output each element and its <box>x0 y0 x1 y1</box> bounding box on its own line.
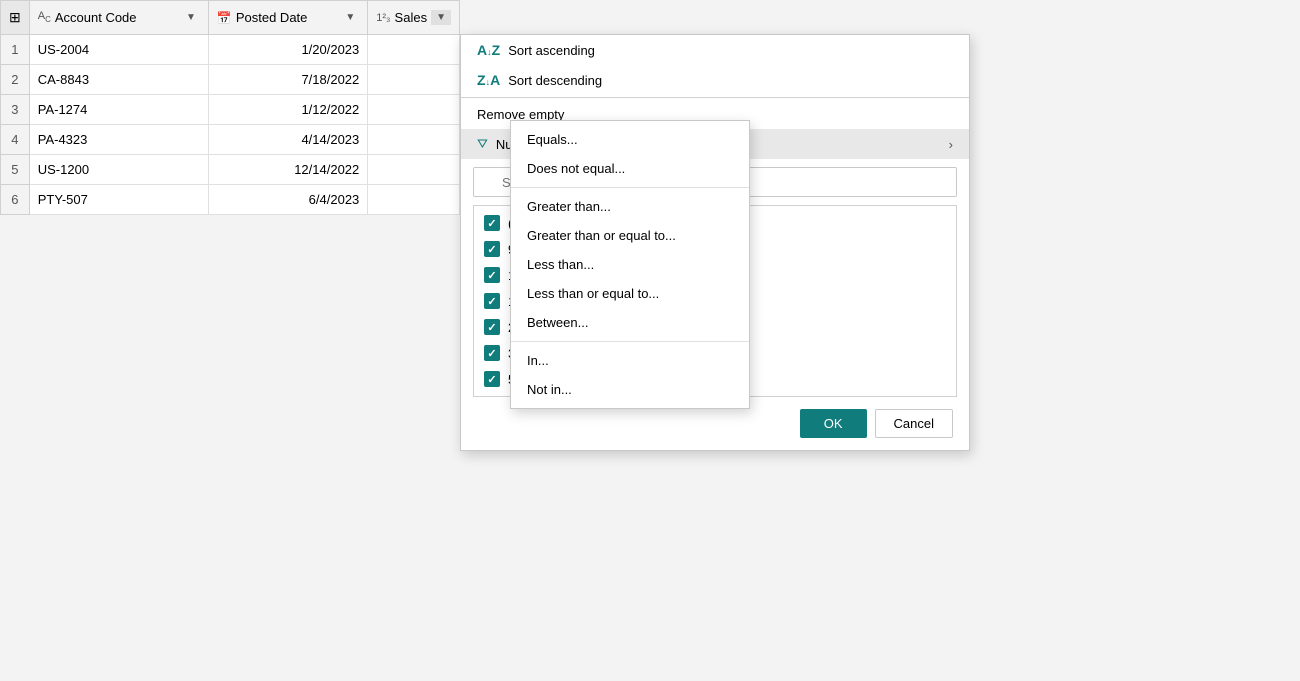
checkbox-580-box[interactable]: ✓ <box>484 371 500 387</box>
submenu-in[interactable]: In... <box>511 346 749 375</box>
account-code-dropdown[interactable]: ▼ <box>182 10 200 25</box>
number-filters-submenu: Equals... Does not equal... Greater than… <box>510 120 750 409</box>
date-type-icon: 📅 <box>217 11 232 25</box>
account-code-header[interactable]: AC Account Code ▼ <box>29 1 208 35</box>
submenu-greater-equal[interactable]: Greater than or equal to... <box>511 221 749 250</box>
less-than-label: Less than... <box>527 257 594 272</box>
sort-descending-label: Sort descending <box>508 73 602 88</box>
greater-equal-label: Greater than or equal to... <box>527 228 676 243</box>
main-container: ⊞ AC Account Code ▼ 📅 Posted Date ▼ <box>0 0 1300 681</box>
between-label: Between... <box>527 315 588 330</box>
less-equal-label: Less than or equal to... <box>527 286 659 301</box>
table-row: 5 US-1200 12/14/2022 <box>1 155 460 185</box>
posted-date-header[interactable]: 📅 Posted Date ▼ <box>208 1 367 35</box>
date-1: 1/20/2023 <box>208 35 367 65</box>
checkbox-select-all-box[interactable]: ✓ <box>484 215 500 231</box>
row-num-header: ⊞ <box>1 1 30 35</box>
sales-dropdown[interactable]: ▼ <box>431 10 451 25</box>
grid-icon: ⊞ <box>9 9 21 26</box>
checkmark-icon: ✓ <box>487 373 496 386</box>
row-num-1: 1 <box>1 35 30 65</box>
sort-ascending-item[interactable]: A↓Z Sort ascending <box>461 35 969 65</box>
row-num-5: 5 <box>1 155 30 185</box>
sales-3 <box>368 95 460 125</box>
account-code-label: Account Code <box>55 10 137 25</box>
sort-desc-icon: Z↓A <box>477 72 500 88</box>
sales-1 <box>368 35 460 65</box>
checkmark-icon: ✓ <box>487 347 496 360</box>
date-4: 4/14/2023 <box>208 125 367 155</box>
account-3: PA-1274 <box>29 95 208 125</box>
greater-than-label: Greater than... <box>527 199 611 214</box>
table-header-row: ⊞ AC Account Code ▼ 📅 Posted Date ▼ <box>1 1 460 35</box>
submenu-equals[interactable]: Equals... <box>511 125 749 154</box>
funnel-icon: ⛛ <box>477 136 488 152</box>
checkmark-icon: ✓ <box>487 321 496 334</box>
date-2: 7/18/2022 <box>208 65 367 95</box>
checkbox-187-box[interactable]: ✓ <box>484 293 500 309</box>
submenu-divider-1 <box>511 187 749 188</box>
account-6: PTY-507 <box>29 185 208 215</box>
date-5: 12/14/2022 <box>208 155 367 185</box>
checkbox-350-box[interactable]: ✓ <box>484 345 500 361</box>
cancel-button[interactable]: Cancel <box>875 409 953 438</box>
date-3: 1/12/2022 <box>208 95 367 125</box>
checkbox-90-box[interactable]: ✓ <box>484 241 500 257</box>
sales-6 <box>368 185 460 215</box>
sort-asc-icon: A↓Z <box>477 42 500 58</box>
submenu-between[interactable]: Between... <box>511 308 749 337</box>
submenu-not-equal[interactable]: Does not equal... <box>511 154 749 183</box>
sales-4 <box>368 125 460 155</box>
number-type-icon: 1²₃ <box>376 12 390 24</box>
data-table: ⊞ AC Account Code ▼ 📅 Posted Date ▼ <box>0 0 460 215</box>
in-label: In... <box>527 353 549 368</box>
account-4: PA-4323 <box>29 125 208 155</box>
posted-date-dropdown[interactable]: ▼ <box>341 10 359 25</box>
equals-label: Equals... <box>527 132 578 147</box>
sales-5 <box>368 155 460 185</box>
ok-button[interactable]: OK <box>800 409 867 438</box>
table-row: 1 US-2004 1/20/2023 <box>1 35 460 65</box>
checkmark-icon: ✓ <box>487 295 496 308</box>
checkmark-icon: ✓ <box>487 243 496 256</box>
text-type-icon: AC <box>38 10 51 24</box>
submenu-greater-than[interactable]: Greater than... <box>511 192 749 221</box>
not-equal-label: Does not equal... <box>527 161 625 176</box>
menu-divider-1 <box>461 97 969 98</box>
row-num-3: 3 <box>1 95 30 125</box>
checkbox-110-box[interactable]: ✓ <box>484 267 500 283</box>
submenu-less-equal[interactable]: Less than or equal to... <box>511 279 749 308</box>
date-6: 6/4/2023 <box>208 185 367 215</box>
submenu-divider-2 <box>511 341 749 342</box>
table-row: 3 PA-1274 1/12/2022 <box>1 95 460 125</box>
checkmark-icon: ✓ <box>487 269 496 282</box>
sort-descending-item[interactable]: Z↓A Sort descending <box>461 65 969 95</box>
not-in-label: Not in... <box>527 382 572 397</box>
submenu-arrow-icon: › <box>949 137 953 152</box>
row-num-2: 2 <box>1 65 30 95</box>
sales-2 <box>368 65 460 95</box>
submenu-less-than[interactable]: Less than... <box>511 250 749 279</box>
posted-date-label: Posted Date <box>236 10 308 25</box>
table-row: 4 PA-4323 4/14/2023 <box>1 125 460 155</box>
sort-ascending-label: Sort ascending <box>508 43 595 58</box>
submenu-not-in[interactable]: Not in... <box>511 375 749 404</box>
checkmark-icon: ✓ <box>487 217 496 230</box>
table-row: 2 CA-8843 7/18/2022 <box>1 65 460 95</box>
row-num-6: 6 <box>1 185 30 215</box>
account-5: US-1200 <box>29 155 208 185</box>
checkbox-280-box[interactable]: ✓ <box>484 319 500 335</box>
row-num-4: 4 <box>1 125 30 155</box>
table-row: 6 PTY-507 6/4/2023 <box>1 185 460 215</box>
sales-label: Sales <box>395 10 428 25</box>
account-2: CA-8843 <box>29 65 208 95</box>
account-1: US-2004 <box>29 35 208 65</box>
sales-header[interactable]: 1²₃ Sales ▼ <box>368 1 460 35</box>
